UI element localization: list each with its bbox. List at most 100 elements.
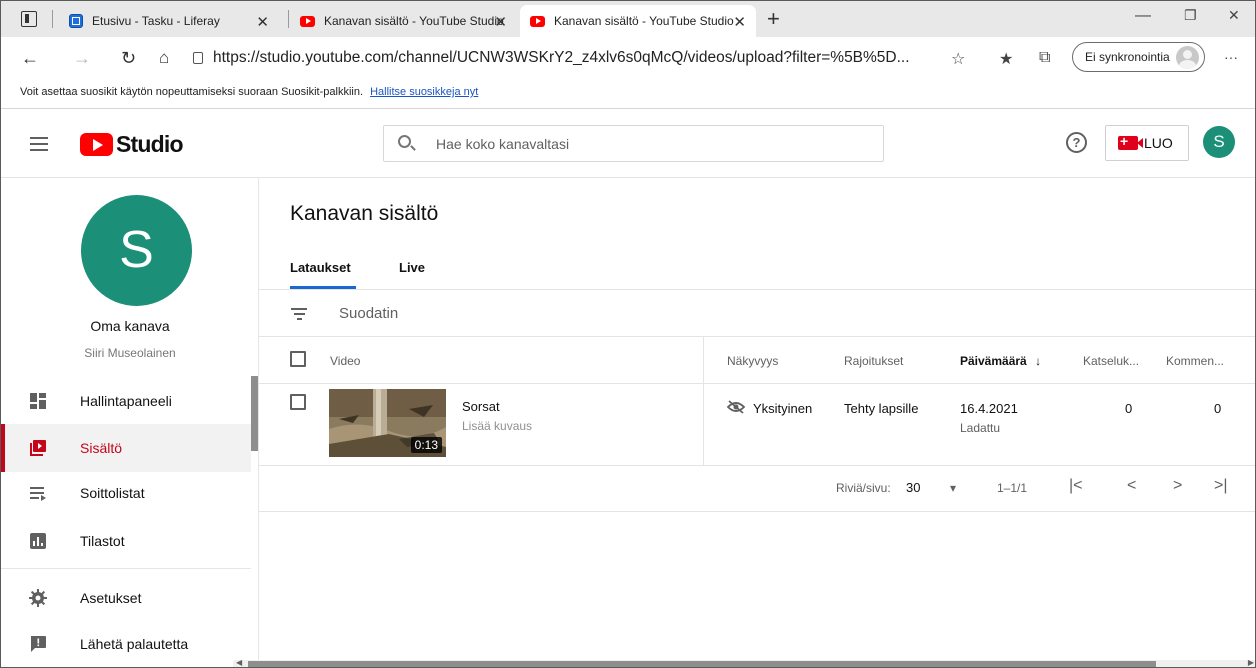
url-field[interactable]: https://studio.youtube.com/channel/UCNW3… — [213, 49, 910, 67]
comments-value: 0 — [1214, 401, 1222, 416]
minimize-button[interactable]: — — [1135, 7, 1151, 25]
column-views[interactable]: Katseluk... — [1083, 354, 1139, 368]
refresh-button[interactable]: ↻ — [121, 48, 136, 69]
filter-input[interactable]: Suodatin — [339, 305, 398, 322]
sidebar-item-label: Sisältö — [80, 440, 123, 456]
row-checkbox[interactable] — [290, 394, 306, 410]
account-avatar[interactable]: S — [1203, 126, 1235, 158]
create-button[interactable]: LUO — [1105, 125, 1189, 161]
sidebar-item-feedback[interactable]: Lähetä palautetta — [1, 620, 251, 667]
youtube-icon — [530, 15, 545, 27]
restore-button[interactable]: ❐ — [1184, 7, 1197, 24]
sidebar-item-content[interactable]: Sisältö — [1, 424, 251, 472]
search-icon[interactable] — [398, 135, 411, 148]
favorites-icon[interactable]: ★ — [999, 49, 1013, 69]
views-value: 0 — [1125, 401, 1133, 416]
tab-live[interactable]: Live — [399, 260, 425, 275]
scrollbar-thumb[interactable] — [248, 661, 1156, 667]
studio-header: Studio ? LUO S — [1, 109, 1255, 178]
video-thumbnail[interactable]: 0:13 — [329, 389, 446, 457]
address-bar: ← → ↻ ⌂ https://studio.youtube.com/chann… — [1, 37, 1255, 81]
favorites-bar: Voit asettaa suosikit käytön nopeuttamis… — [1, 81, 1255, 109]
browser-tab-youtube-1[interactable]: Kanavan sisältö - YouTube Studio ✕ — [290, 5, 517, 37]
more-menu-icon[interactable]: ··· — [1224, 49, 1238, 65]
scroll-left-icon[interactable]: ◀ — [236, 658, 242, 667]
close-window-button[interactable]: ✕ — [1228, 7, 1240, 24]
column-date-label: Päivämäärä — [960, 354, 1027, 368]
filter-icon[interactable] — [291, 308, 307, 320]
tab-title: Kanavan sisältö - YouTube Studio — [554, 14, 734, 28]
video-title[interactable]: Sorsat — [462, 399, 500, 414]
video-description[interactable]: Lisää kuvaus — [462, 419, 532, 433]
channel-name: Siiri Museolainen — [84, 346, 176, 360]
sidebar-item-label: Asetukset — [80, 590, 142, 606]
column-date[interactable]: Päivämäärä ↓ — [960, 354, 1041, 368]
next-page-button[interactable]: > — [1173, 477, 1182, 495]
page-title: Kanavan sisältö — [290, 202, 439, 225]
rows-per-page-label: Riviä/sivu: — [836, 481, 891, 495]
back-button[interactable]: ← — [21, 48, 39, 69]
horizontal-scrollbar[interactable]: ◀ ▶ — [233, 658, 1255, 667]
scroll-right-icon[interactable]: ▶ — [1248, 658, 1254, 667]
favorites-bar-text: Voit asettaa suosikit käytön nopeuttamis… — [20, 86, 364, 98]
restrictions-value: Tehty lapsille — [844, 401, 919, 416]
tab-uploads[interactable]: Lataukset — [290, 260, 351, 275]
column-comments[interactable]: Kommen... — [1166, 354, 1224, 368]
search-box[interactable] — [383, 125, 884, 162]
feedback-icon — [31, 636, 46, 652]
dropdown-arrow-icon[interactable]: ▾ — [950, 481, 956, 495]
home-button[interactable]: ⌂ — [159, 48, 169, 68]
sidebar-item-playlists[interactable]: Soittolistat — [1, 469, 251, 517]
table-divider — [259, 511, 1255, 512]
browser-tab-youtube-active[interactable]: Kanavan sisältö - YouTube Studio ✕ — [520, 5, 756, 37]
tab-separator — [288, 10, 289, 28]
visibility-value[interactable]: Yksityinen — [753, 401, 812, 416]
column-visibility[interactable]: Näkyvyys — [727, 354, 778, 368]
sidebar-item-label: Hallintapaneeli — [80, 393, 172, 409]
last-page-button[interactable]: >| — [1214, 477, 1228, 495]
menu-icon[interactable] — [30, 137, 48, 151]
sidebar-item-dashboard[interactable]: Hallintapaneeli — [1, 377, 251, 425]
tab-actions-icon[interactable] — [21, 11, 37, 27]
studio-logo[interactable]: Studio — [80, 131, 184, 158]
manage-favorites-link[interactable]: Hallitse suosikkeja nyt — [370, 86, 478, 98]
profile-sync-button[interactable]: Ei synkronointia — [1072, 42, 1205, 72]
search-input[interactable] — [436, 133, 856, 155]
playlists-icon — [30, 487, 46, 501]
sidebar-divider — [1, 568, 251, 569]
date-status: Ladattu — [960, 421, 1001, 435]
tab-title: Kanavan sisältö - YouTube Studio — [324, 14, 504, 28]
logo-text: Studio — [116, 131, 184, 157]
tab-title: Etusivu - Tasku - Liferay — [92, 14, 220, 28]
first-page-button[interactable]: |< — [1069, 477, 1083, 495]
create-video-icon — [1118, 133, 1143, 150]
column-restrictions[interactable]: Rajoitukset — [844, 354, 903, 368]
forward-button[interactable]: → — [73, 48, 91, 69]
sidebar-item-label: Tilastot — [80, 533, 125, 549]
page-range: 1–1/1 — [997, 481, 1028, 495]
close-icon[interactable]: ✕ — [494, 13, 507, 31]
lock-icon[interactable] — [193, 52, 203, 64]
tabs-divider — [259, 289, 1255, 290]
sidebar-scrollbar[interactable] — [251, 376, 258, 451]
prev-page-button[interactable]: < — [1127, 477, 1136, 495]
sync-label: Ei synkronointia — [1085, 50, 1170, 64]
help-icon[interactable]: ? — [1066, 132, 1087, 153]
close-icon[interactable]: ✕ — [733, 13, 746, 31]
select-all-checkbox[interactable] — [290, 351, 306, 367]
dashboard-icon — [30, 393, 46, 409]
sort-down-icon: ↓ — [1035, 354, 1042, 368]
new-tab-button[interactable]: + — [767, 6, 780, 32]
column-video[interactable]: Video — [330, 354, 360, 368]
analytics-icon — [30, 533, 46, 549]
youtube-icon — [300, 15, 315, 27]
rows-per-page-value[interactable]: 30 — [906, 480, 920, 495]
sidebar-item-analytics[interactable]: Tilastot — [1, 517, 251, 565]
channel-avatar[interactable]: S — [81, 195, 192, 306]
close-icon[interactable]: ✕ — [256, 13, 269, 31]
browser-tab-liferay[interactable]: Etusivu - Tasku - Liferay ✕ — [59, 5, 279, 37]
collections-icon[interactable]: ⧉ — [1039, 49, 1050, 67]
main-content: Kanavan sisältö Lataukset Live Suodatin … — [259, 178, 1255, 667]
add-favorite-icon[interactable]: ☆ — [951, 49, 965, 69]
sidebar-item-settings[interactable]: Asetukset — [1, 574, 251, 622]
